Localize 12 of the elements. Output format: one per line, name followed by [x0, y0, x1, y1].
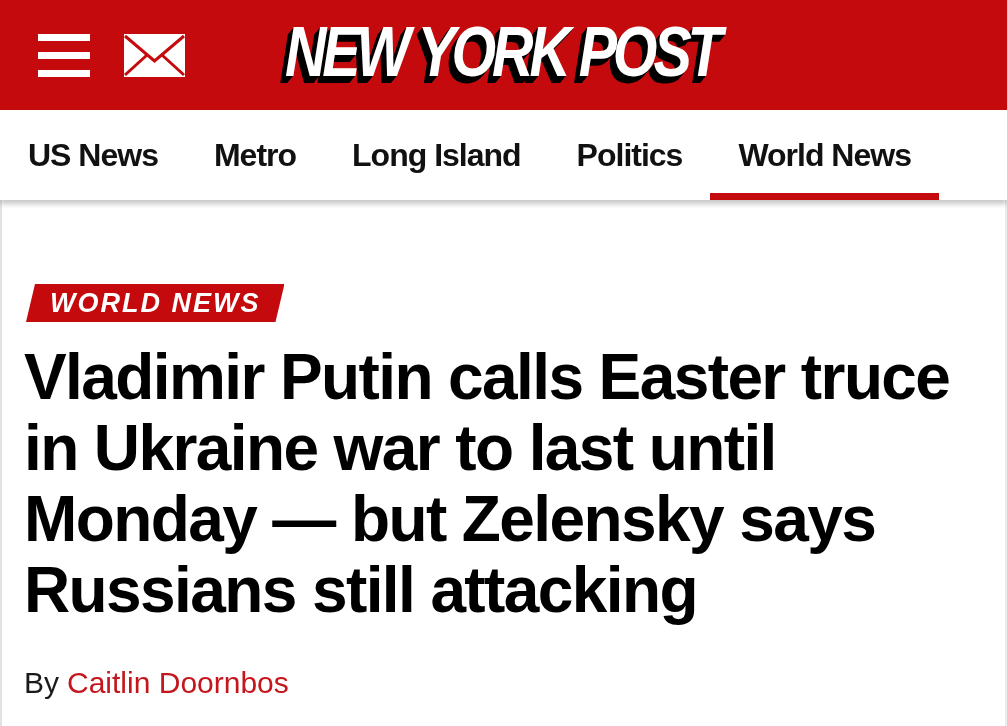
category-tag[interactable]: WORLD NEWS	[26, 284, 285, 322]
site-logo[interactable]: NEW YORK POST	[275, 15, 732, 97]
section-tab[interactable]: World News	[710, 110, 939, 200]
envelope-icon[interactable]	[124, 33, 185, 77]
byline-label: By	[24, 665, 59, 701]
section-tab[interactable]: Long Island	[324, 110, 549, 200]
section-tab[interactable]: Metro	[185, 110, 325, 200]
article-headline: Vladimir Putin calls Easter truce in Ukraine war to last until Monday — but Zelensky says Russians still attacking	[24, 342, 951, 626]
author-link[interactable]: Caitlin Doornbos	[67, 665, 289, 701]
section-tab[interactable]: Politics	[548, 110, 711, 200]
section-tab[interactable]: US News	[0, 110, 186, 200]
menu-icon[interactable]	[38, 33, 90, 77]
